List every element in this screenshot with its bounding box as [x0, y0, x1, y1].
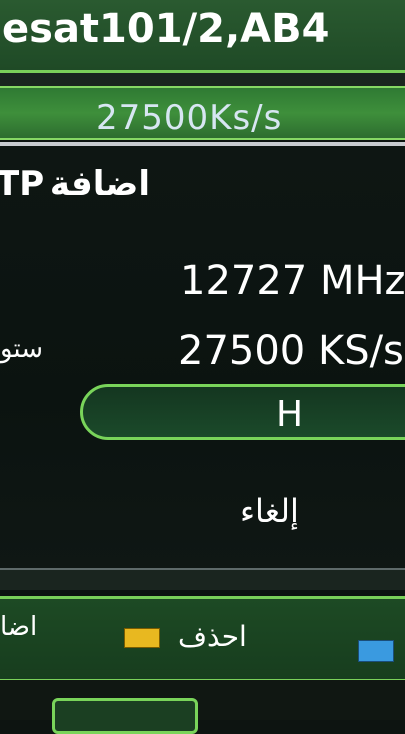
header-symbol-rate: 27500Ks/s — [96, 98, 283, 138]
polarization-label: ستو — [0, 334, 44, 364]
satellite-name: esat101/2,AB4 — [2, 6, 330, 52]
blue-key-icon — [358, 640, 394, 662]
yellow-key-icon — [124, 628, 160, 648]
footer-add-label: اضا — [0, 612, 38, 642]
cancel-button[interactable]: إلغاء — [240, 492, 299, 530]
bottom-button[interactable] — [52, 698, 198, 734]
polarization-selector[interactable] — [80, 384, 405, 440]
frequency-value[interactable]: 12727 MHz — [180, 258, 405, 304]
polarization-value: H — [276, 394, 304, 435]
dialog-title: اضافة — [49, 164, 150, 204]
footer-delete-label: احذف — [178, 620, 247, 653]
footer-divider — [0, 570, 405, 590]
symbol-rate-value[interactable]: 27500 KS/s — [178, 328, 404, 374]
